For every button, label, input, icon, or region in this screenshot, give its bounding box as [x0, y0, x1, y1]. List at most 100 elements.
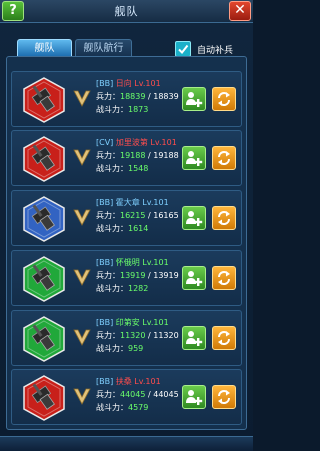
ship-portrait-icon[interactable]	[22, 136, 66, 182]
troop-max: 44045	[153, 390, 179, 399]
ship-card[interactable]: [BB] 怀俄明 Lv.101 兵力：13919 / 13919 战斗力：1282	[11, 250, 242, 306]
replace-ship-button[interactable]	[212, 87, 236, 111]
ship-name: [BB] 霍大章 Lv.101	[96, 197, 169, 208]
troop-label: 兵力：	[96, 151, 120, 160]
checkmark-icon	[178, 44, 189, 55]
add-troops-button[interactable]	[182, 146, 206, 170]
combat-power: 战斗力：1873	[96, 104, 148, 115]
tab-fleet-voyage[interactable]: 舰队航行	[75, 39, 132, 57]
close-button[interactable]: ✕	[229, 1, 251, 21]
ship-name-text: 加里波第 Lv.101	[115, 138, 177, 147]
auto-supply-checkbox[interactable]	[175, 41, 191, 57]
rank-badge-icon	[73, 149, 91, 166]
replace-ship-button[interactable]	[212, 146, 236, 170]
ship-card[interactable]: [BB] 霍大章 Lv.101 兵力：16215 / 16165 战斗力：1614	[11, 190, 242, 246]
ship-portrait-icon[interactable]	[22, 196, 66, 242]
power-label: 战斗力：	[96, 164, 128, 173]
add-troops-icon	[186, 331, 203, 346]
ship-name-text: 怀俄明 Lv.101	[115, 258, 169, 267]
troop-label: 兵力：	[96, 331, 120, 340]
add-troops-button[interactable]	[182, 266, 206, 290]
add-troops-icon	[186, 390, 203, 405]
ship-name: [CV] 加里波第 Lv.101	[96, 137, 177, 148]
ship-name: [BB] 印第安 Lv.101	[96, 317, 169, 328]
window-title: 舰队	[114, 5, 139, 18]
fleet-window: ? 舰队 ✕ 舰队 舰队航行 自动补兵 [BB] 日向 Lv.101 兵力：188…	[0, 0, 253, 451]
refresh-swap-icon	[218, 211, 230, 225]
ship-name: [BB] 扶桑 Lv.101	[96, 376, 161, 387]
power-label: 战斗力：	[96, 403, 128, 412]
ship-card[interactable]: [BB] 印第安 Lv.101 兵力：11320 / 11320 战斗力：959	[11, 310, 242, 366]
power-value: 4579	[128, 403, 149, 412]
troop-max: 13919	[153, 271, 179, 280]
troop-max: 16165	[153, 211, 179, 220]
troop-strength: 兵力：44045 / 44045	[96, 389, 179, 400]
ship-class: [BB]	[96, 318, 114, 327]
ship-portrait-icon[interactable]	[22, 375, 66, 421]
refresh-swap-icon	[218, 151, 230, 165]
ship-class: [CV]	[96, 138, 114, 147]
troop-current: 16215	[120, 211, 146, 220]
replace-ship-button[interactable]	[212, 385, 236, 409]
troop-max: 18839	[153, 92, 179, 101]
ship-name-text: 扶桑 Lv.101	[115, 377, 161, 386]
rank-badge-icon	[73, 269, 91, 286]
troop-strength: 兵力：16215 / 16165	[96, 210, 179, 221]
refresh-swap-icon	[218, 390, 230, 404]
add-troops-button[interactable]	[182, 206, 206, 230]
power-label: 战斗力：	[96, 224, 128, 233]
troop-label: 兵力：	[96, 271, 120, 280]
troop-current: 13919	[120, 271, 146, 280]
ship-name-text: 霍大章 Lv.101	[115, 198, 169, 207]
combat-power: 战斗力：1282	[96, 283, 148, 294]
replace-ship-button[interactable]	[212, 266, 236, 290]
ship-name-text: 日向 Lv.101	[115, 79, 161, 88]
refresh-swap-icon	[218, 271, 230, 285]
add-troops-button[interactable]	[182, 87, 206, 111]
ship-name: [BB] 怀俄明 Lv.101	[96, 257, 169, 268]
troop-current: 11320	[120, 331, 146, 340]
troop-max: 19188	[153, 151, 179, 160]
tab-fleet[interactable]: 舰队	[17, 39, 72, 57]
combat-power: 战斗力：1614	[96, 223, 148, 234]
add-troops-button[interactable]	[182, 385, 206, 409]
troop-strength: 兵力：19188 / 19188	[96, 150, 179, 161]
rank-badge-icon	[73, 209, 91, 226]
add-troops-button[interactable]	[182, 326, 206, 350]
power-value: 1282	[128, 284, 149, 293]
ship-class: [BB]	[96, 198, 114, 207]
ship-card[interactable]: [BB] 日向 Lv.101 兵力：18839 / 18839 战斗力：1873	[11, 71, 242, 127]
troop-current: 44045	[120, 390, 146, 399]
power-label: 战斗力：	[96, 284, 128, 293]
add-troops-icon	[186, 151, 203, 166]
troop-label: 兵力：	[96, 211, 120, 220]
power-value: 959	[128, 344, 144, 353]
ship-portrait-icon[interactable]	[22, 316, 66, 362]
ship-class: [BB]	[96, 258, 114, 267]
troop-label: 兵力：	[96, 92, 120, 101]
ship-card[interactable]: [BB] 扶桑 Lv.101 兵力：44045 / 44045 战斗力：4579	[11, 369, 242, 425]
ship-portrait-icon[interactable]	[22, 77, 66, 123]
bottom-bar	[0, 436, 253, 451]
title-bar: ? 舰队 ✕	[0, 0, 253, 23]
combat-power: 战斗力：1548	[96, 163, 148, 174]
troop-max: 11320	[153, 331, 179, 340]
refresh-swap-icon	[218, 92, 230, 106]
add-troops-icon	[186, 271, 203, 286]
replace-ship-button[interactable]	[212, 326, 236, 350]
ship-name-text: 印第安 Lv.101	[115, 318, 169, 327]
troop-strength: 兵力：18839 / 18839	[96, 91, 179, 102]
combat-power: 战斗力：959	[96, 343, 143, 354]
troop-strength: 兵力：13919 / 13919	[96, 270, 179, 281]
power-value: 1873	[128, 105, 149, 114]
power-value: 1548	[128, 164, 149, 173]
troop-label: 兵力：	[96, 390, 120, 399]
refresh-swap-icon	[218, 331, 230, 345]
ship-card[interactable]: [CV] 加里波第 Lv.101 兵力：19188 / 19188 战斗力：1548	[11, 130, 242, 186]
ship-portrait-icon[interactable]	[22, 256, 66, 302]
ship-name: [BB] 日向 Lv.101	[96, 78, 161, 89]
replace-ship-button[interactable]	[212, 206, 236, 230]
power-value: 1614	[128, 224, 149, 233]
ship-class: [BB]	[96, 377, 114, 386]
ship-class: [BB]	[96, 79, 114, 88]
